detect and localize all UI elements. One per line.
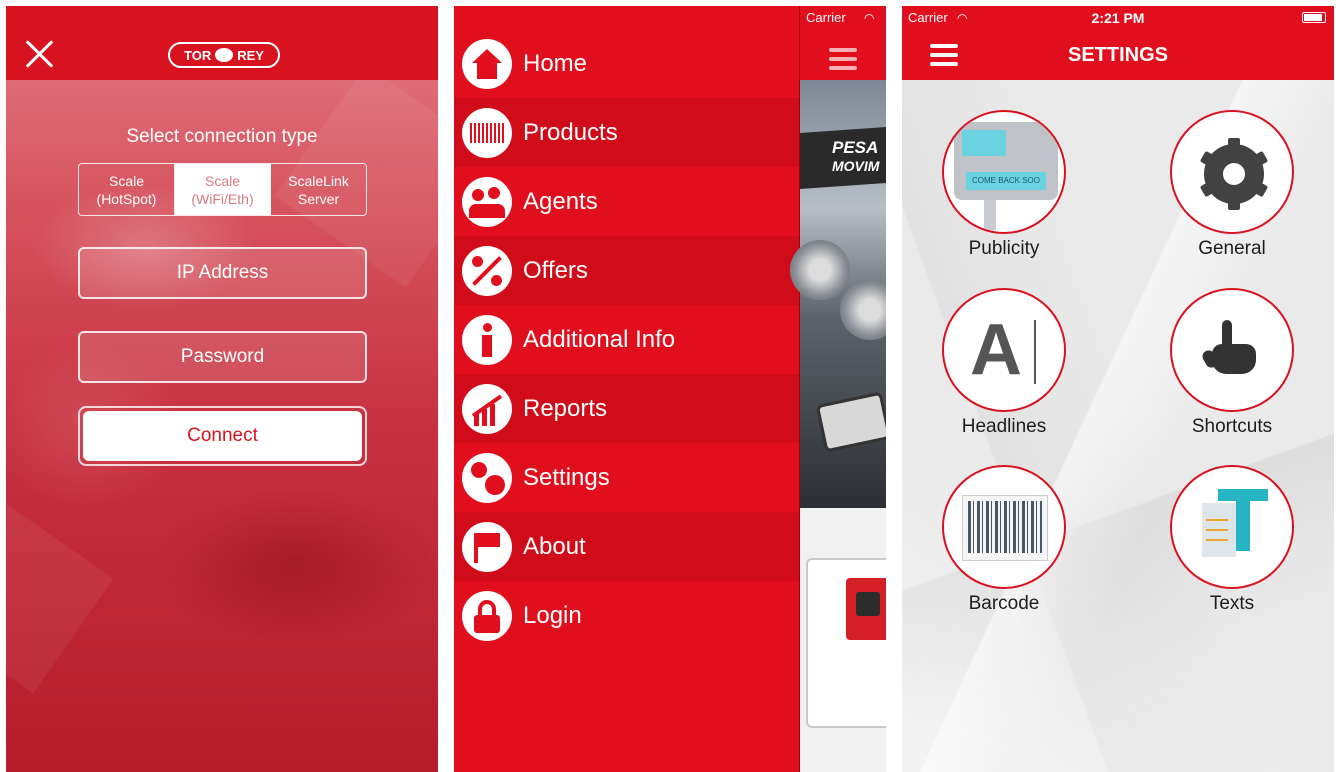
connection-type-label: Select connection type <box>126 126 318 147</box>
segment-sublabel: (WiFi/Eth) <box>191 190 254 207</box>
banner-headline: PESA MOVIM <box>832 138 879 176</box>
scale-lcd-text: COME BACK SOO <box>966 172 1046 190</box>
menu-item-additional-info[interactable]: Additional Info <box>454 305 799 374</box>
home-header: Carrier ◠ <box>800 6 886 80</box>
underlying-home-screen[interactable]: Carrier ◠ PESA MOVIM <box>790 6 886 772</box>
menu-item-reports[interactable]: Reports <box>454 374 799 443</box>
side-menu-screen: Home Products Agents Offers Additional I… <box>454 6 886 772</box>
menu-item-agents[interactable]: Agents <box>454 167 799 236</box>
menu-item-offers[interactable]: Offers <box>454 236 799 305</box>
close-icon[interactable] <box>24 38 56 70</box>
menu-item-label: Login <box>523 601 582 629</box>
gear-shape <box>1199 138 1269 210</box>
connect-button-frame: Connect <box>78 406 367 466</box>
menu-item-home[interactable]: Home <box>454 6 799 98</box>
battery-icon <box>1302 12 1326 23</box>
headline-glyph: A <box>970 310 1022 390</box>
lock-icon <box>462 590 512 641</box>
tile-headlines[interactable]: A Headlines <box>904 288 1104 438</box>
menu-item-label: Settings <box>523 463 610 491</box>
tile-publicity[interactable]: COME BACK SOO Publicity <box>904 110 1104 260</box>
menu-item-label: About <box>523 532 586 560</box>
banner-text: PESA <box>832 138 879 157</box>
settings-screen: Carrier ◠ 2:21 PM SETTINGS COME BACK SOO… <box>902 6 1334 772</box>
tile-barcode[interactable]: Barcode <box>904 465 1104 615</box>
menu-item-about[interactable]: About <box>454 512 799 581</box>
menu-item-label: Agents <box>523 187 598 215</box>
tile-texts[interactable]: Texts <box>1132 465 1332 615</box>
menu-item-login[interactable]: Login <box>454 581 799 650</box>
tile-general[interactable]: General <box>1132 110 1332 260</box>
agents-icon <box>462 176 512 227</box>
bull-icon <box>215 48 234 62</box>
torrey-logo: TOR REY <box>168 42 280 68</box>
promo-banner[interactable]: PESA MOVIM <box>790 80 886 508</box>
connection-screen: TOR REY Select connection type Scale (Hot… <box>6 6 438 772</box>
menu-item-label: Products <box>523 118 618 146</box>
segment-scale-hotspot[interactable]: Scale (HotSpot) <box>79 164 175 215</box>
segment-scale-wifi-eth[interactable]: Scale (WiFi/Eth) <box>175 164 271 215</box>
product-card[interactable] <box>806 558 886 728</box>
banner-text: MOVIM <box>832 158 880 174</box>
tile-label: Shortcuts <box>1191 416 1273 437</box>
barcode-icon <box>942 465 1066 589</box>
settings-gears-icon <box>462 452 512 503</box>
segment-label: Scale <box>108 172 145 189</box>
barcode-bars <box>968 501 1042 553</box>
scale-display-icon: COME BACK SOO <box>942 110 1066 234</box>
product-image <box>846 578 886 640</box>
password-input[interactable]: Password <box>78 331 367 383</box>
tile-label: General <box>1198 238 1266 259</box>
steel-coil-image <box>790 240 850 300</box>
connection-type-selector[interactable]: Scale (HotSpot) Scale (WiFi/Eth) ScaleLi… <box>78 163 367 216</box>
home-icon <box>462 39 512 89</box>
ip-address-input[interactable]: IP Address <box>78 247 367 299</box>
reports-chart-icon <box>462 383 512 434</box>
segment-label: Scale <box>204 172 241 189</box>
percent-icon <box>462 245 512 296</box>
top-bar: Carrier ◠ 2:21 PM SETTINGS <box>902 6 1334 80</box>
gear-icon <box>1170 110 1294 234</box>
menu-item-label: Additional Info <box>523 325 676 353</box>
info-icon <box>462 314 512 365</box>
status-time: 2:21 PM <box>1091 10 1145 26</box>
barcode-scanner-icon <box>462 107 512 158</box>
tile-label: Publicity <box>968 238 1040 259</box>
top-bar: TOR REY <box>6 6 438 80</box>
hamburger-menu-icon[interactable] <box>829 48 857 75</box>
wifi-icon: ◠ <box>864 11 875 25</box>
menu-item-label: Offers <box>523 256 588 284</box>
status-carrier: Carrier <box>806 10 846 25</box>
touch-hand-icon <box>1170 288 1294 412</box>
headline-font-icon: A <box>942 288 1066 412</box>
menu-item-label: Reports <box>523 394 608 422</box>
tile-label: Headlines <box>961 416 1047 437</box>
segment-scalelink-server[interactable]: ScaleLink Server <box>271 164 366 215</box>
segment-sublabel: Server <box>297 190 340 207</box>
text-document-icon <box>1170 465 1294 589</box>
segment-label: ScaleLink <box>288 172 349 189</box>
scale-device-image <box>815 391 886 453</box>
menu-item-settings[interactable]: Settings <box>454 443 799 512</box>
tile-label: Texts <box>1209 593 1255 614</box>
flag-icon <box>462 521 512 572</box>
menu-item-products[interactable]: Products <box>454 98 799 167</box>
tile-shortcuts[interactable]: Shortcuts <box>1132 288 1332 438</box>
page-title: SETTINGS <box>1067 44 1168 66</box>
steel-coil-image <box>840 280 886 340</box>
menu-item-label: Home <box>523 50 588 77</box>
side-menu: Home Products Agents Offers Additional I… <box>454 6 799 772</box>
connect-button[interactable]: Connect <box>83 411 362 461</box>
tile-label: Barcode <box>968 593 1040 614</box>
segment-sublabel: (HotSpot) <box>96 190 157 207</box>
